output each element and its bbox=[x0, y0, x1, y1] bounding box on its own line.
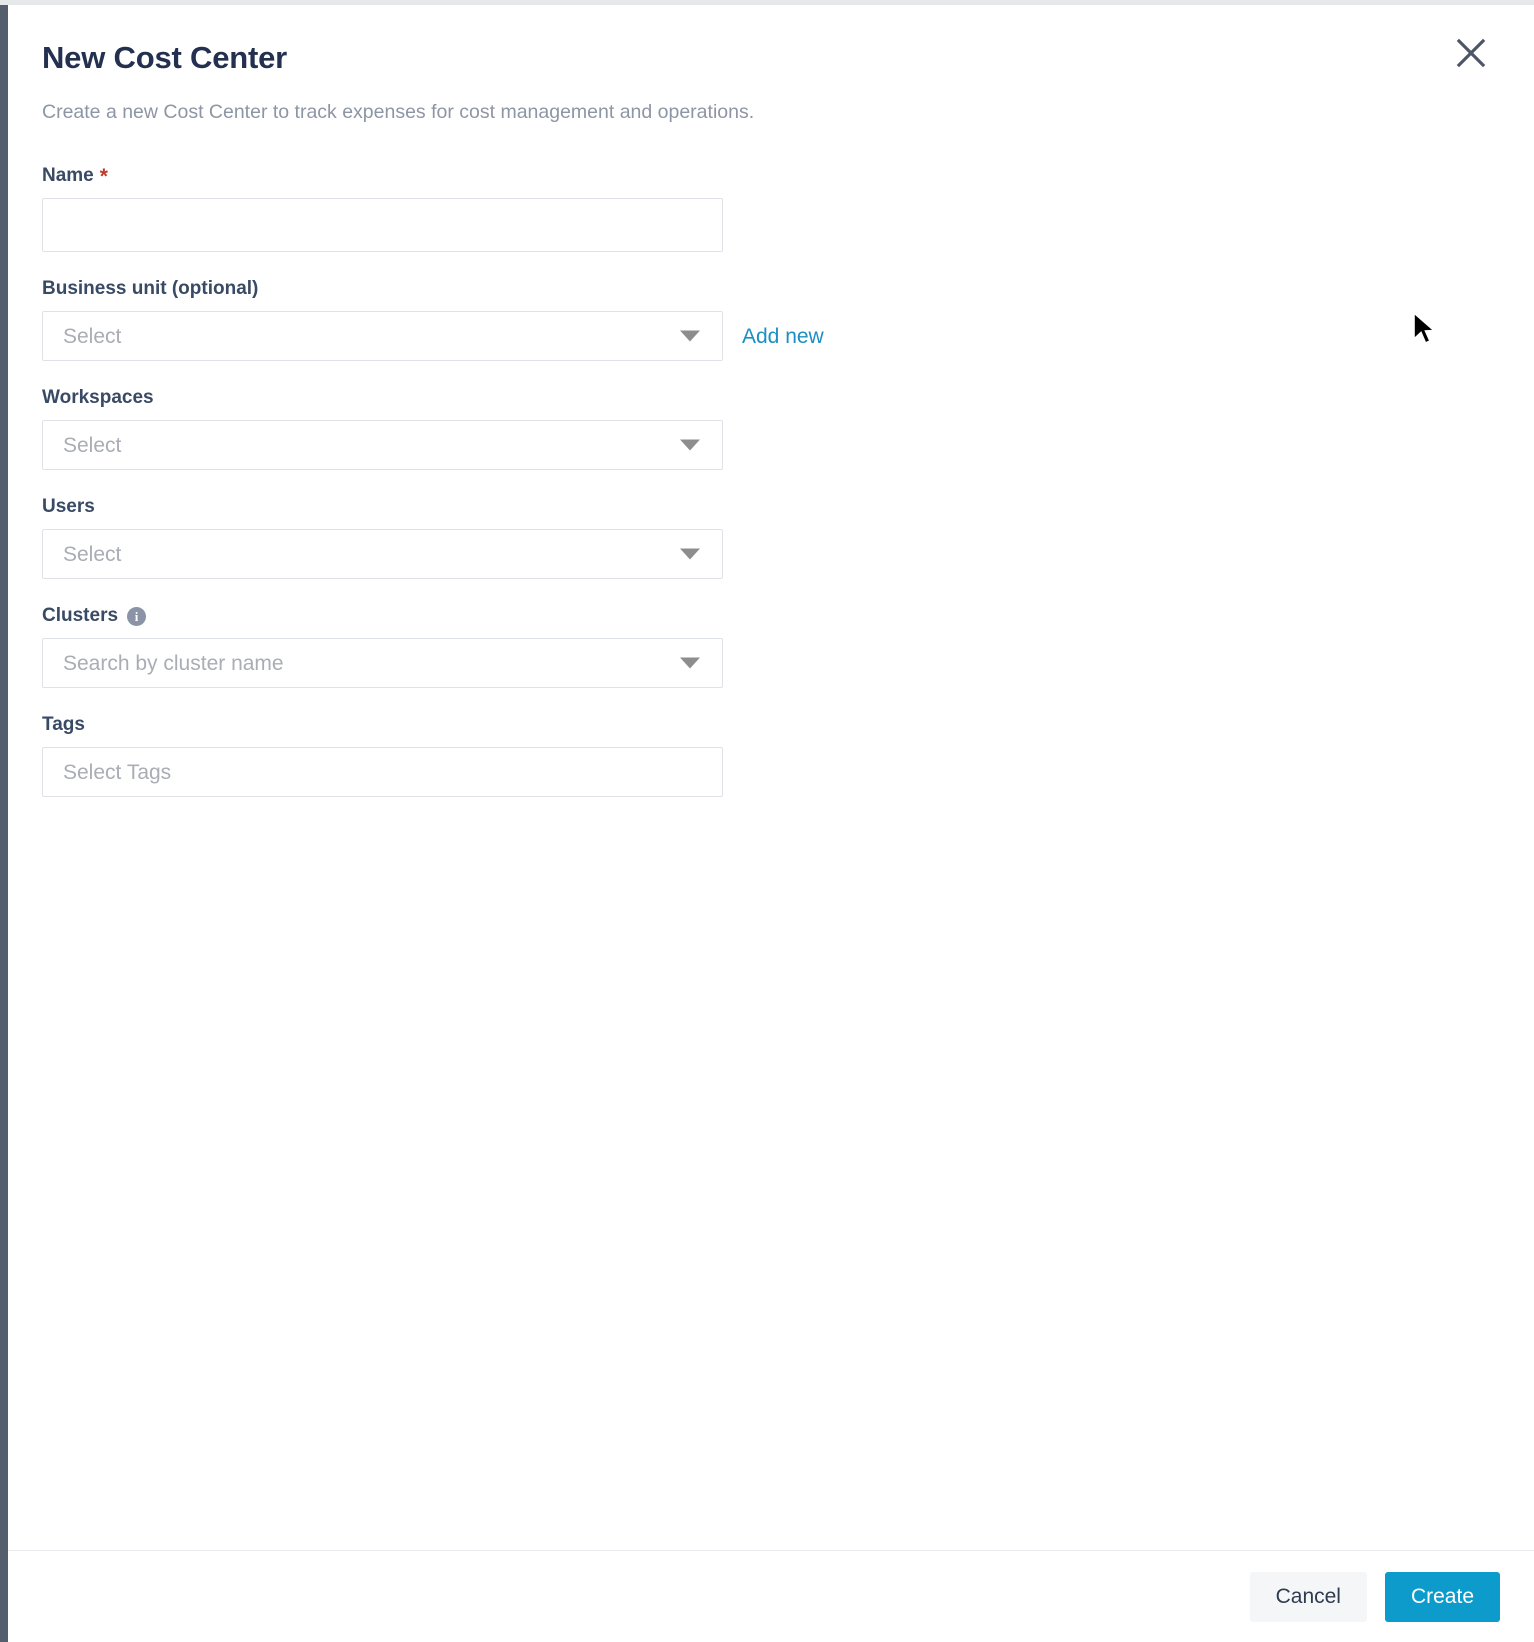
tags-input[interactable]: Select Tags bbox=[42, 747, 723, 797]
label-business-unit-text: Business unit (optional) bbox=[42, 278, 259, 299]
cancel-button[interactable]: Cancel bbox=[1249, 1571, 1367, 1622]
business-unit-row: Select Add new bbox=[42, 311, 1500, 361]
users-select[interactable]: Select bbox=[42, 529, 723, 579]
chevron-down-icon bbox=[680, 439, 700, 451]
label-workspaces-text: Workspaces bbox=[42, 387, 154, 408]
dialog-subtitle: Create a new Cost Center to track expens… bbox=[42, 101, 755, 123]
dialog-body: Name * Business unit (optional) Select A… bbox=[8, 125, 1534, 1550]
name-input[interactable] bbox=[42, 198, 723, 252]
chevron-down-icon bbox=[680, 657, 700, 669]
clusters-search-placeholder: Search by cluster name bbox=[63, 651, 284, 675]
label-tags: Tags bbox=[42, 714, 1500, 736]
create-button[interactable]: Create bbox=[1384, 1571, 1500, 1622]
business-unit-select-placeholder: Select bbox=[63, 324, 122, 348]
add-new-business-unit-link[interactable]: Add new bbox=[742, 326, 824, 347]
chevron-down-icon bbox=[680, 548, 700, 560]
new-cost-center-dialog: New Cost Center Create a new Cost Center… bbox=[8, 5, 1534, 1642]
label-workspaces: Workspaces bbox=[42, 387, 1500, 409]
field-group-clusters: Clusters i Search by cluster name bbox=[42, 605, 1500, 688]
label-users: Users bbox=[42, 496, 1500, 518]
dialog-footer: Cancel Create bbox=[8, 1550, 1534, 1642]
users-select-placeholder: Select bbox=[63, 542, 122, 566]
page-left-sidebar bbox=[0, 5, 8, 1642]
close-button[interactable] bbox=[1445, 27, 1497, 79]
page-title: New Cost Center bbox=[42, 40, 288, 75]
chevron-down-icon bbox=[680, 330, 700, 342]
label-business-unit: Business unit (optional) bbox=[42, 278, 1500, 300]
workspaces-select-placeholder: Select bbox=[63, 433, 122, 457]
dialog-header: New Cost Center Create a new Cost Center… bbox=[8, 5, 1534, 125]
label-clusters: Clusters i bbox=[42, 605, 1500, 627]
label-name: Name * bbox=[42, 165, 1500, 187]
business-unit-select[interactable]: Select bbox=[42, 311, 723, 361]
required-asterisk: * bbox=[99, 164, 108, 188]
tags-placeholder: Select Tags bbox=[63, 760, 172, 784]
field-group-workspaces: Workspaces Select bbox=[42, 387, 1500, 470]
info-icon[interactable]: i bbox=[127, 606, 147, 626]
workspaces-select[interactable]: Select bbox=[42, 420, 723, 470]
field-group-name: Name * bbox=[42, 165, 1500, 252]
field-group-business-unit: Business unit (optional) Select Add new bbox=[42, 278, 1500, 361]
label-tags-text: Tags bbox=[42, 714, 85, 735]
clusters-search-select[interactable]: Search by cluster name bbox=[42, 638, 723, 688]
field-group-tags: Tags Select Tags bbox=[42, 714, 1500, 797]
close-icon bbox=[1456, 38, 1486, 68]
label-users-text: Users bbox=[42, 496, 95, 517]
field-group-users: Users Select bbox=[42, 496, 1500, 579]
label-name-text: Name bbox=[42, 165, 94, 186]
label-clusters-text: Clusters bbox=[42, 605, 119, 626]
